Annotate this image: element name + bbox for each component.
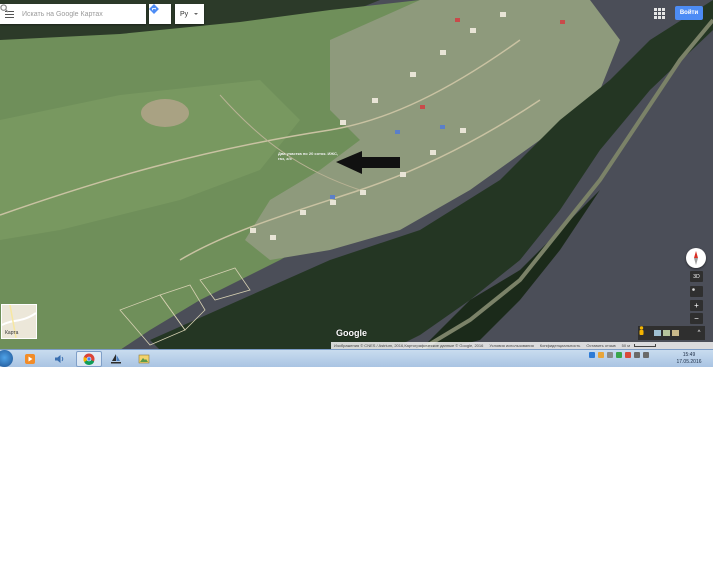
system-tray bbox=[589, 352, 649, 358]
sailboat-icon[interactable] bbox=[109, 352, 123, 365]
scale-label: 50 м bbox=[621, 343, 630, 348]
directions-icon[interactable] bbox=[149, 4, 171, 24]
imagery-thumb-1[interactable] bbox=[654, 330, 661, 336]
volume-icon[interactable] bbox=[643, 352, 649, 358]
search-icon[interactable] bbox=[0, 4, 144, 24]
tray-app-icon[interactable] bbox=[607, 352, 613, 358]
tray-app-icon[interactable] bbox=[625, 352, 631, 358]
image-viewer-icon[interactable] bbox=[137, 352, 151, 365]
zoom-out-button[interactable]: − bbox=[690, 313, 703, 324]
tilt-3d-button[interactable]: 3D bbox=[690, 271, 703, 282]
compass-icon[interactable] bbox=[686, 248, 706, 268]
tray-app-icon[interactable] bbox=[589, 352, 595, 358]
privacy-link[interactable]: Конфиденциальность bbox=[537, 343, 584, 348]
map-footer: Изображения © CNES / Astrium, 2016,Карто… bbox=[331, 342, 713, 349]
imagery-minibar: ^ bbox=[638, 326, 705, 340]
speaker-icon[interactable] bbox=[52, 352, 66, 365]
expand-imagery-button[interactable]: ^ bbox=[693, 326, 705, 340]
imagery-thumb-2[interactable] bbox=[663, 330, 670, 336]
clock-date: 17.05.2016 bbox=[676, 359, 702, 365]
language-label: Ру bbox=[180, 10, 189, 18]
clock-time: 15:49 bbox=[682, 352, 696, 358]
terms-link[interactable]: Условия использования bbox=[486, 343, 536, 348]
media-player-icon[interactable] bbox=[23, 352, 37, 365]
my-location-icon[interactable] bbox=[690, 286, 703, 297]
network-icon[interactable] bbox=[634, 352, 640, 358]
feedback-link[interactable]: Оставить отзыв bbox=[583, 343, 618, 348]
language-select[interactable]: Ру bbox=[175, 4, 204, 24]
satellite-map[interactable]: Два участка по 20 соток. ИЖС, газ, э/э Р… bbox=[0, 0, 713, 350]
taskbar: 15:49 17.05.2016 bbox=[0, 349, 713, 367]
signin-button[interactable]: Войти bbox=[675, 6, 703, 20]
imagery-thumb-3[interactable] bbox=[672, 330, 679, 336]
tray-app-icon[interactable] bbox=[616, 352, 622, 358]
chevron-down-icon bbox=[194, 13, 199, 15]
annotation-text: Два участка по 20 соток. ИЖС, газ, э/э bbox=[278, 151, 338, 161]
scale-bar bbox=[633, 344, 656, 347]
windows-start-icon[interactable] bbox=[0, 350, 13, 367]
apps-grid-icon[interactable] bbox=[654, 8, 665, 19]
pegman-icon[interactable] bbox=[638, 326, 652, 340]
chrome-icon[interactable] bbox=[76, 351, 102, 367]
zoom-in-button[interactable]: + bbox=[690, 300, 703, 311]
search-input[interactable] bbox=[18, 6, 126, 22]
taskbar-clock[interactable]: 15:49 17.05.2016 bbox=[672, 352, 706, 366]
map-layer-switcher[interactable]: Карта bbox=[1, 304, 37, 339]
google-logo: Google bbox=[336, 328, 367, 338]
imagery-credit: Изображения © CNES / Astrium, 2016,Карто… bbox=[334, 343, 484, 348]
screenshot: Два участка по 20 соток. ИЖС, газ, э/э Р… bbox=[0, 0, 713, 367]
satellite-imagery bbox=[0, 0, 713, 350]
tray-app-icon[interactable] bbox=[598, 352, 604, 358]
layer-label: Карта bbox=[5, 330, 19, 336]
search-box bbox=[0, 4, 146, 24]
